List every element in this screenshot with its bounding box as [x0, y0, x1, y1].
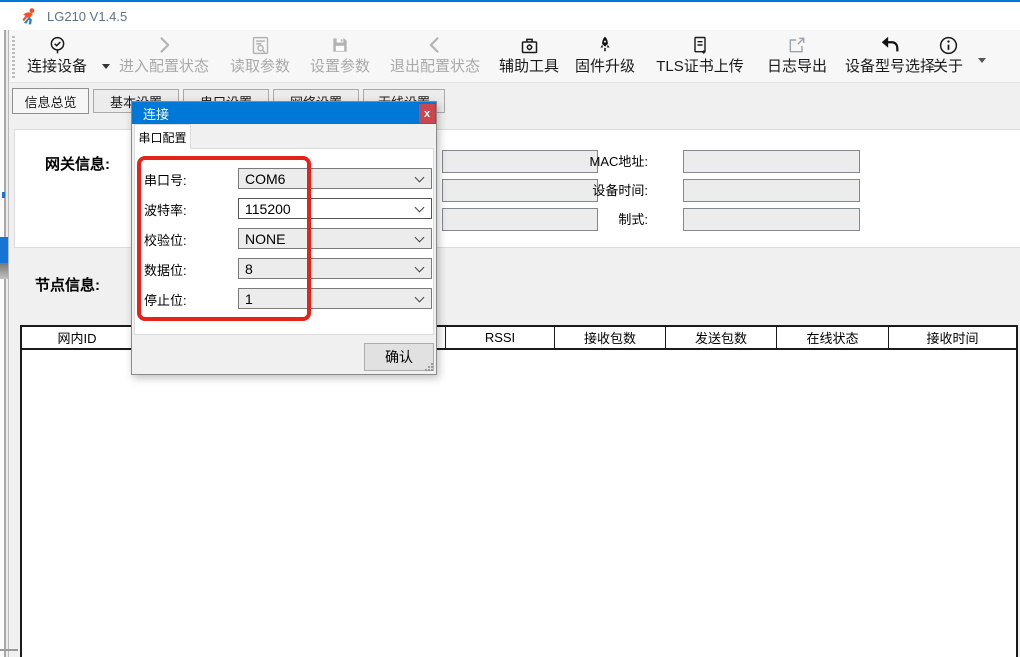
- exit-config-label: 退出配置状态: [390, 57, 480, 77]
- col-online-state[interactable]: 在线状态: [777, 327, 889, 348]
- dialog-resize-grip[interactable]: [424, 362, 434, 372]
- read-params-button: 读取参数: [222, 33, 298, 81]
- artifact-line: [0, 649, 18, 651]
- connect-device-dropdown-caret[interactable]: [102, 64, 110, 69]
- artifact-blue-tick: [2, 192, 5, 198]
- pin-check-icon: [47, 33, 68, 57]
- gateway-field-box-3[interactable]: [442, 208, 598, 231]
- chevron-down-icon: [415, 263, 425, 273]
- chevron-down-icon: [415, 173, 425, 183]
- artifact-blue-block: [0, 237, 8, 263]
- dialog-close-button[interactable]: x: [419, 104, 435, 123]
- set-params-label: 设置参数: [310, 57, 370, 77]
- chevron-left-icon: [425, 33, 445, 57]
- read-params-label: 读取参数: [230, 57, 290, 77]
- close-icon: x: [424, 108, 430, 120]
- gateway-field-box-1[interactable]: [442, 150, 598, 173]
- about-button[interactable]: 关于: [922, 33, 974, 81]
- standard-mode-box[interactable]: [683, 208, 860, 231]
- set-params-button: 设置参数: [302, 33, 378, 81]
- chevron-right-icon: [154, 33, 174, 57]
- connect-dialog-titlebar[interactable]: 连接: [132, 102, 436, 124]
- serial-config-tab[interactable]: 串口配置: [134, 124, 191, 149]
- tls-cert-upload-label: TLS证书上传: [656, 57, 744, 77]
- col-rssi[interactable]: RSSI: [446, 327, 555, 348]
- connect-dialog: 连接 x 串口配置 串口号: COM6 波特率: 115200 校验位: NON…: [131, 101, 437, 375]
- mac-address-label: MAC地址:: [578, 150, 648, 173]
- connect-device-button[interactable]: 连接设备: [16, 33, 98, 81]
- firmware-upgrade-button[interactable]: 固件升级: [568, 33, 642, 81]
- toolbar-grip-handle[interactable]: [12, 36, 15, 78]
- aux-tools-label: 辅助工具: [499, 57, 559, 77]
- serial-config-tab-label: 串口配置: [138, 129, 186, 146]
- window-title: LG210 V1.4.5: [47, 9, 127, 24]
- undo-arrow-icon: [879, 33, 901, 57]
- enter-config-button: 进入配置状态: [112, 33, 216, 81]
- connect-device-label: 连接设备: [27, 57, 87, 77]
- col-rx-time[interactable]: 接收时间: [889, 327, 1016, 348]
- red-highlight-annotation: [137, 156, 311, 321]
- about-label: 关于: [933, 57, 963, 77]
- standard-mode-label: 制式:: [578, 208, 648, 231]
- certificate-icon: [690, 33, 710, 57]
- background-window-sliver: [0, 30, 9, 657]
- document-search-icon: [250, 33, 271, 57]
- log-export-label: 日志导出: [767, 57, 827, 77]
- device-time-label: 设备时间:: [578, 179, 648, 202]
- info-icon: [938, 33, 959, 57]
- confirm-button-label: 确认: [385, 347, 413, 367]
- log-export-button[interactable]: 日志导出: [760, 33, 834, 81]
- title-bar[interactable]: LG210 V1.4.5: [0, 2, 1020, 30]
- col-rx-packets[interactable]: 接收包数: [555, 327, 666, 348]
- tab-info-overview-label: 信息总览: [24, 92, 76, 111]
- mac-address-box[interactable]: [683, 150, 860, 173]
- chevron-down-icon: [415, 203, 425, 213]
- chevron-down-icon: [415, 293, 425, 303]
- about-dropdown-caret[interactable]: [978, 58, 986, 63]
- enter-config-label: 进入配置状态: [119, 57, 209, 77]
- node-info-section-label: 节点信息:: [35, 274, 100, 295]
- export-icon: [787, 33, 807, 57]
- connect-dialog-title: 连接: [143, 104, 169, 123]
- gateway-field-box-2[interactable]: [442, 179, 598, 202]
- col-network-id[interactable]: 网内ID: [22, 327, 133, 348]
- app-window: LG210 V1.4.5 连接设备 进入配置状态 读: [0, 0, 1020, 657]
- tab-info-overview[interactable]: 信息总览: [12, 88, 89, 114]
- rocket-icon: [595, 33, 615, 57]
- app-logo-running-man-icon: [20, 7, 39, 26]
- exit-config-button: 退出配置状态: [383, 33, 487, 81]
- col-tx-packets[interactable]: 发送包数: [666, 327, 777, 348]
- firmware-upgrade-label: 固件升级: [575, 57, 635, 77]
- toolbox-icon: [519, 33, 540, 57]
- device-time-box[interactable]: [683, 179, 860, 202]
- chevron-down-icon: [415, 233, 425, 243]
- artifact-gray-block: [0, 263, 8, 279]
- gateway-info-section-label: 网关信息:: [45, 153, 110, 174]
- tls-cert-upload-button[interactable]: TLS证书上传: [644, 33, 756, 81]
- floppy-icon: [330, 33, 350, 57]
- aux-tools-button[interactable]: 辅助工具: [492, 33, 566, 81]
